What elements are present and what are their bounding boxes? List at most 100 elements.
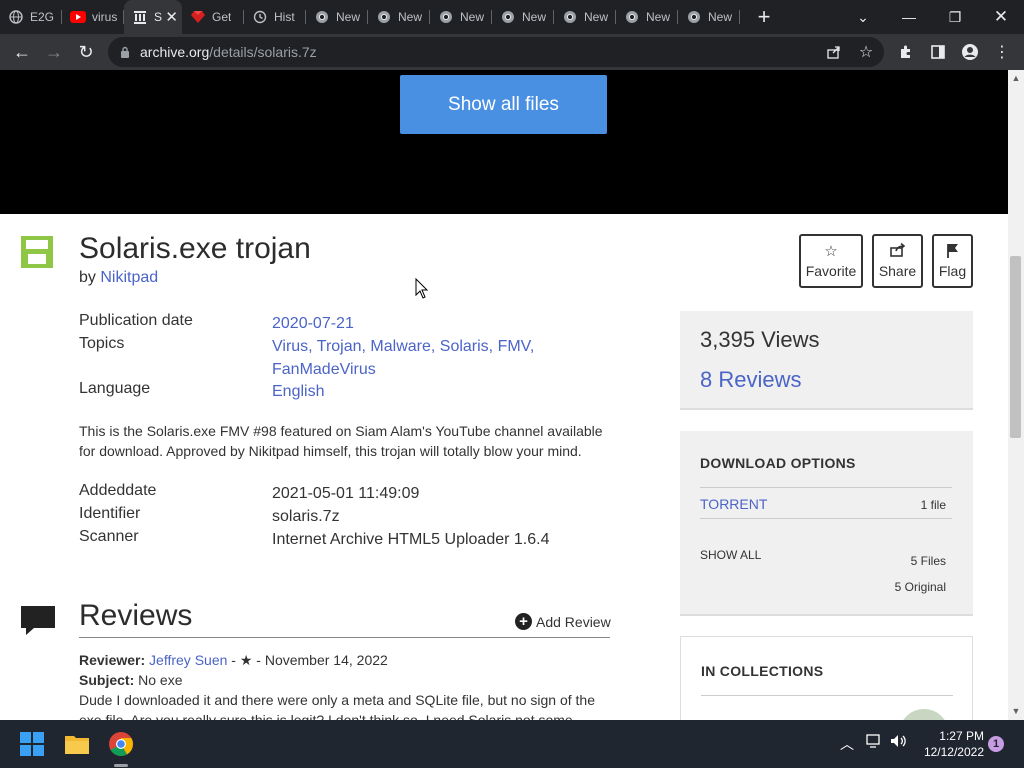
mouse-cursor-icon <box>415 277 429 300</box>
reviewer-link[interactable]: Jeffrey Suen <box>149 652 227 668</box>
collection-thumbnail[interactable] <box>899 709 949 720</box>
meta-row-language: Language English <box>79 380 619 403</box>
tab-6[interactable]: New <box>368 0 430 34</box>
tab-label: S <box>154 10 163 24</box>
topics-links[interactable]: Virus, Trojan, Malware, Solaris, FMV, Fa… <box>272 335 572 381</box>
close-tab-icon[interactable]: ✕ <box>165 8 178 26</box>
tab-11[interactable]: New <box>678 0 740 34</box>
volume-icon[interactable] <box>890 734 908 751</box>
files-count: 5 Files <box>910 554 946 568</box>
review-subject: Subject: No exe <box>79 670 610 690</box>
author-link[interactable]: Nikitpad <box>100 269 158 286</box>
tab-8[interactable]: New <box>492 0 554 34</box>
chrome-taskbar-icon[interactable] <box>105 728 137 760</box>
chrome-icon <box>438 9 454 25</box>
tab-0[interactable]: E2G <box>0 0 62 34</box>
chevron-up-icon[interactable]: ︿ <box>840 734 854 754</box>
description-line-1: This is the Solaris.exe FMV #98 featured… <box>79 423 603 439</box>
meta-row-publication-date: Publication date 2020-07-21 <box>79 312 619 335</box>
share-page-icon[interactable] <box>820 38 848 66</box>
favorite-button[interactable]: ☆ Favorite <box>799 234 863 288</box>
show-all-link[interactable]: SHOW ALL <box>700 548 761 562</box>
flag-button[interactable]: Flag <box>932 234 973 288</box>
tab-search-icon[interactable]: ⌄ <box>840 0 886 34</box>
file-explorer-icon[interactable] <box>61 728 93 760</box>
theater-area: Show all files <box>0 70 1008 214</box>
reload-icon[interactable]: ↻ <box>70 36 102 68</box>
tab-9[interactable]: New <box>554 0 616 34</box>
reviews-count-link[interactable]: 8 Reviews <box>700 367 801 393</box>
share-icon <box>889 242 906 261</box>
bookmark-star-icon[interactable]: ☆ <box>852 38 880 66</box>
globe-icon <box>8 9 24 25</box>
new-tab-button[interactable]: + <box>752 4 776 30</box>
torrent-link[interactable]: TORRENT <box>700 496 767 512</box>
tab-label: virus <box>92 10 118 24</box>
notification-badge[interactable]: 1 <box>988 736 1004 752</box>
restore-icon[interactable]: ❐ <box>932 0 978 34</box>
page-title: Solaris.exe trojan <box>79 232 311 265</box>
review-body-line-1: Dude I downloaded it and there were only… <box>79 692 595 708</box>
forward-icon[interactable]: → <box>38 36 70 68</box>
scrollbar-thumb[interactable] <box>1010 256 1021 438</box>
tab-label: New <box>336 10 361 24</box>
back-icon[interactable]: ← <box>6 36 38 68</box>
meta-row-addeddate: Addeddate 2021-05-01 11:49:09 <box>79 482 619 505</box>
close-window-icon[interactable]: ✕ <box>978 0 1024 34</box>
meta-value: solaris.7z <box>272 508 340 525</box>
byline: by Nikitpad <box>79 269 158 287</box>
tab-1[interactable]: virus <box>62 0 124 34</box>
youtube-icon <box>70 9 86 25</box>
meta-row-topics: Topics Virus, Trojan, Malware, Solaris, … <box>79 335 619 380</box>
meta-key: Topics <box>79 335 125 352</box>
original-count: 5 Original <box>894 580 946 594</box>
publication-date-link[interactable]: 2020-07-21 <box>272 312 572 335</box>
meta-key: Publication date <box>79 312 193 329</box>
tab-5[interactable]: New <box>306 0 368 34</box>
scroll-down-icon[interactable]: ▼ <box>1010 706 1022 718</box>
tab-2-active[interactable]: S ✕ <box>124 0 182 34</box>
extra-metadata-list: Addeddate 2021-05-01 11:49:09 Identifier… <box>79 482 619 551</box>
topics-line-2[interactable]: FanMadeVirus <box>272 361 376 378</box>
clock-date: 12/12/2022 <box>923 745 984 759</box>
tab-label: New <box>646 10 671 24</box>
language-link[interactable]: English <box>272 380 572 403</box>
taskbar: ︿ 1:27 PM 12/12/2022 <box>0 720 1024 768</box>
show-all-files-button[interactable]: Show all files <box>400 75 607 134</box>
scroll-up-icon[interactable]: ▲ <box>1010 73 1022 85</box>
floppy-disk-icon <box>21 236 53 268</box>
tab-label: New <box>584 10 609 24</box>
stats-box: 3,395 Views 8 Reviews <box>680 311 973 410</box>
reviews-heading: Reviews <box>79 599 193 632</box>
download-options-box: DOWNLOAD OPTIONS TORRENT 1 file SHOW ALL… <box>680 431 973 616</box>
system-clock[interactable]: 1:27 PM 12/12/2022 <box>920 728 984 760</box>
topics-line-1[interactable]: Virus, Trojan, Malware, Solaris, FMV, <box>272 338 534 355</box>
chrome-icon <box>500 9 516 25</box>
add-review-button[interactable]: + Add Review <box>515 613 611 630</box>
share-button[interactable]: Share <box>872 234 923 288</box>
archive-icon <box>132 9 148 25</box>
profile-avatar-icon[interactable] <box>956 38 984 66</box>
add-review-label: Add Review <box>536 613 611 630</box>
windows-start-icon[interactable] <box>16 728 48 760</box>
side-panel-icon[interactable] <box>924 38 952 66</box>
menu-kebab-icon[interactable]: ⋮ <box>988 38 1016 66</box>
chrome-icon <box>686 9 702 25</box>
history-icon <box>252 9 268 25</box>
meta-row-identifier: Identifier solaris.7z <box>79 505 619 528</box>
tab-10[interactable]: New <box>616 0 678 34</box>
tab-label: E2G <box>30 10 55 24</box>
address-bar[interactable]: archive.org/details/solaris.7z <box>108 37 884 67</box>
review-rating-date: - ★ - November 14, 2022 <box>227 652 388 668</box>
meta-value: 2021-05-01 11:49:09 <box>272 485 420 502</box>
meta-key: Addeddate <box>79 482 157 499</box>
extensions-icon[interactable] <box>892 38 920 66</box>
tab-7[interactable]: New <box>430 0 492 34</box>
tab-4[interactable]: Hist <box>244 0 306 34</box>
tab-3[interactable]: Get <box>182 0 244 34</box>
minimize-icon[interactable]: — <box>886 0 932 34</box>
speech-bubble-icon <box>20 602 56 638</box>
torrent-file-count: 1 file <box>920 498 946 512</box>
network-icon[interactable] <box>866 734 882 751</box>
favorite-label: Favorite <box>805 263 857 279</box>
